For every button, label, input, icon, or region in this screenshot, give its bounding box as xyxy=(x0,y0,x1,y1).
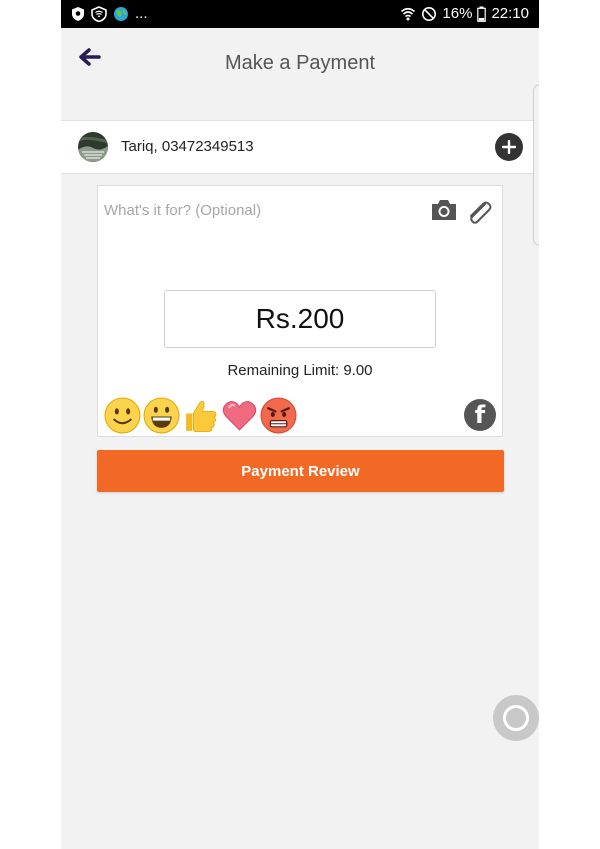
do-not-disturb-icon xyxy=(421,6,437,22)
facebook-share-icon[interactable]: f xyxy=(464,399,496,431)
amount-field[interactable]: Rs.200 xyxy=(164,290,436,348)
plus-icon xyxy=(502,140,516,154)
shield-icon xyxy=(71,6,85,22)
avatar xyxy=(78,132,108,162)
emoji-bar xyxy=(104,397,297,434)
wifi-icon xyxy=(400,6,416,22)
recipient-name: Tariq, 03472349513 xyxy=(121,138,254,155)
status-more: ... xyxy=(135,5,148,22)
vpn-icon xyxy=(91,5,107,22)
status-bar: ... 16% 22:10 xyxy=(61,0,539,28)
grinning-emoji-icon[interactable] xyxy=(143,397,180,434)
clock: 22:10 xyxy=(491,5,529,22)
remaining-limit: Remaining Limit: 9.00 xyxy=(227,362,373,379)
status-right: 16% 22:10 xyxy=(400,5,529,22)
camera-icon[interactable] xyxy=(430,198,458,222)
angry-emoji-icon[interactable] xyxy=(260,397,297,434)
battery-icon xyxy=(477,6,487,22)
recipient-row[interactable]: Tariq, 03472349513 xyxy=(61,120,539,174)
payment-review-button[interactable]: Payment Review xyxy=(97,450,504,492)
globe-icon xyxy=(113,6,129,22)
note-input[interactable] xyxy=(104,202,404,219)
thumbs-up-emoji-icon[interactable] xyxy=(182,397,219,434)
side-drawer-handle[interactable] xyxy=(533,84,539,246)
slightly-smiling-emoji-icon[interactable] xyxy=(104,397,141,434)
assistive-touch-button[interactable] xyxy=(493,695,539,741)
battery-percent: 16% xyxy=(442,5,473,22)
heart-emoji-icon[interactable] xyxy=(221,397,258,434)
assistive-touch-ring xyxy=(503,705,529,731)
page-title: Make a Payment xyxy=(224,52,376,74)
add-contact-button[interactable] xyxy=(495,133,523,161)
attachment-icon[interactable] xyxy=(464,198,494,228)
status-left: ... xyxy=(71,5,148,22)
app-header: Make a Payment xyxy=(61,28,539,118)
phone-screen: ... 16% 22:10 Make a Payment Tariq, 0347… xyxy=(61,0,539,849)
payment-card: Rs.200 Remaining Limit: 9.00 xyxy=(97,185,503,437)
